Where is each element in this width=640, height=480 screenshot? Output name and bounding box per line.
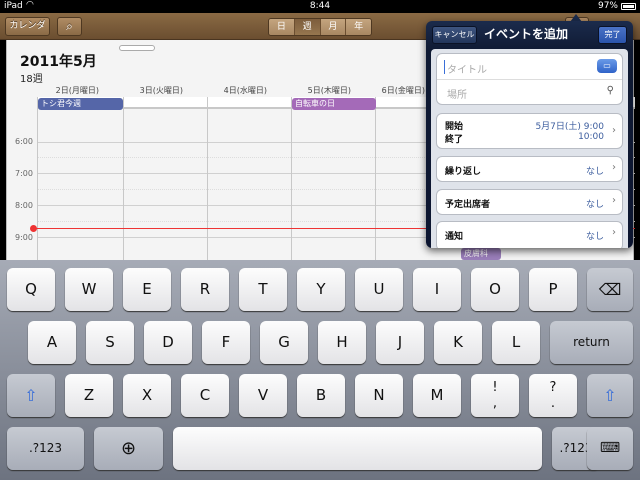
popover-body: タイトル ▭ 場所 ⚲ 開始 終了 5月7日(土) 9:00 10:00 › 繰… (431, 49, 628, 248)
return-key[interactable]: return (550, 321, 633, 364)
view-year-tab[interactable]: 年 (346, 19, 371, 35)
key-p[interactable]: P (529, 268, 577, 311)
event-bicycle[interactable]: 自転車の日 (292, 98, 376, 110)
event-dermatology[interactable]: 皮膚科 (461, 248, 501, 260)
time-label-9: 9:00 (15, 233, 33, 242)
end-value: 10:00 (578, 132, 604, 142)
location-pin-icon[interactable]: ⚲ (607, 85, 614, 96)
key-j[interactable]: J (376, 321, 424, 364)
key-z[interactable]: Z (65, 374, 113, 417)
key-q[interactable]: Q (7, 268, 55, 311)
keyboard: Q W E R T Y U I O P ⌫ A S D F G H J K L … (0, 260, 640, 480)
key-question-period[interactable]: ? . (529, 374, 577, 417)
chevron-right-icon: › (612, 227, 616, 238)
day-column (375, 97, 376, 260)
key-x[interactable]: X (123, 374, 171, 417)
repeat-label: 繰り返し (445, 167, 482, 177)
battery-icon (621, 3, 636, 10)
repeat-row[interactable]: 繰り返し なし › (436, 156, 623, 182)
clock: 8:44 (309, 1, 331, 11)
numbers-key[interactable]: .?123 (7, 427, 84, 470)
day-column (37, 97, 38, 260)
battery-percent: 97% (597, 1, 618, 11)
day-header-wed: 4日(水曜日) (223, 86, 267, 95)
week-number: 18週 (20, 74, 43, 85)
calendars-button[interactable]: カレンダー (5, 17, 50, 48)
start-end-row[interactable]: 開始 終了 5月7日(土) 9:00 10:00 › (436, 113, 623, 149)
key-l[interactable]: L (492, 321, 540, 364)
key-g[interactable]: G (260, 321, 308, 364)
key-o[interactable]: O (471, 268, 519, 311)
delete-icon[interactable]: ⌫ (587, 268, 633, 311)
day-header-tue: 3日(火曜日) (139, 86, 183, 95)
time-label-7: 7:00 (15, 169, 33, 178)
key-exclamation-comma[interactable]: ! , (471, 374, 519, 417)
text-cursor (444, 60, 445, 74)
key-i[interactable]: I (413, 268, 461, 311)
key-y[interactable]: Y (297, 268, 345, 311)
invitees-value: なし (585, 200, 604, 210)
key-b[interactable]: B (297, 374, 345, 417)
chevron-right-icon: › (612, 125, 616, 136)
status-bar: iPad ◠ 8:44 97% (0, 0, 640, 13)
view-segmented-control: 日 週 月 年 (268, 18, 372, 36)
current-time-dot (30, 225, 37, 232)
invitees-row[interactable]: 予定出席者 なし › (436, 189, 623, 215)
time-label-6: 6:00 (15, 137, 33, 146)
start-label: 開始 (445, 122, 464, 132)
key-t[interactable]: T (239, 268, 287, 311)
done-button[interactable]: 完了 (598, 26, 627, 44)
add-event-popover: キャンセル イベントを追加 完了 タイトル ▭ 場所 ⚲ 開始 終了 5月7日(… (426, 21, 633, 248)
location-input[interactable]: 場所 (447, 86, 467, 101)
chevron-right-icon: › (612, 195, 616, 206)
end-label: 終了 (445, 135, 464, 145)
month-title: 2011年5月 (20, 54, 97, 70)
day-column (207, 97, 208, 260)
key-e[interactable]: E (123, 268, 171, 311)
alert-label: 通知 (445, 232, 464, 242)
day-column (123, 97, 124, 260)
time-label-8: 8:00 (15, 201, 33, 210)
view-day-tab[interactable]: 日 (269, 19, 295, 35)
invitees-label: 予定出席者 (445, 200, 491, 210)
cancel-button[interactable]: キャンセル (432, 26, 477, 44)
key-d[interactable]: D (144, 321, 192, 364)
view-month-tab[interactable]: 月 (320, 19, 347, 35)
shift-icon[interactable]: ⇧ (7, 374, 55, 417)
key-r[interactable]: R (181, 268, 229, 311)
start-value: 5月7日(土) 9:00 (535, 122, 604, 132)
search-icon[interactable]: ⌕ (57, 17, 82, 36)
key-a[interactable]: A (28, 321, 76, 364)
shift-icon[interactable]: ⇧ (587, 374, 633, 417)
chevron-right-icon: › (612, 162, 616, 173)
key-u[interactable]: U (355, 268, 403, 311)
alert-value: なし (585, 232, 604, 242)
space-key[interactable] (173, 427, 542, 470)
day-header-mon: 2日(月曜日) (55, 86, 99, 95)
key-f[interactable]: F (202, 321, 250, 364)
view-week-tab[interactable]: 週 (294, 19, 321, 35)
suggestions-icon[interactable]: ▭ (597, 59, 617, 73)
alert-row[interactable]: 通知 なし › (436, 221, 623, 248)
day-column (291, 97, 292, 260)
key-v[interactable]: V (239, 374, 287, 417)
title-location-card: タイトル ▭ 場所 ⚲ (436, 53, 623, 105)
divider (437, 79, 622, 80)
globe-icon[interactable]: ⊕ (94, 427, 163, 470)
key-w[interactable]: W (65, 268, 113, 311)
hide-keyboard-icon[interactable]: ⌨ (587, 427, 633, 470)
drag-handle[interactable] (119, 45, 155, 51)
title-input[interactable]: タイトル (447, 61, 487, 76)
day-header-thu: 5日(木曜日) (307, 86, 351, 95)
key-c[interactable]: C (181, 374, 229, 417)
key-h[interactable]: H (318, 321, 366, 364)
popover-title: イベントを追加 (484, 27, 569, 41)
key-n[interactable]: N (355, 374, 403, 417)
event-toshi[interactable]: トシ君今週 (38, 98, 123, 110)
repeat-value: なし (585, 167, 604, 177)
day-header-fri: 6日(金曜日) (381, 86, 425, 95)
key-s[interactable]: S (86, 321, 134, 364)
key-m[interactable]: M (413, 374, 461, 417)
key-k[interactable]: K (434, 321, 482, 364)
